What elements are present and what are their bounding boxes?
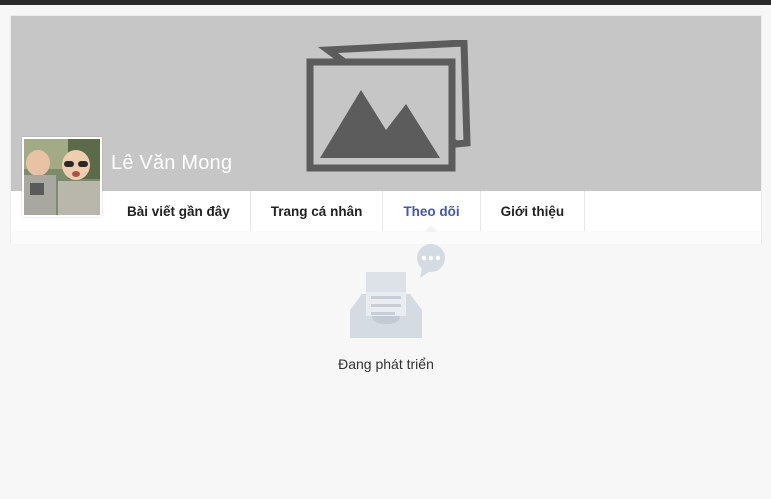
inbox-tray-icon xyxy=(350,244,445,338)
empty-state: Đang phát triển xyxy=(300,244,472,384)
avatar-photo xyxy=(24,139,100,215)
profile-tabs: Bài viết gần đây Trang cá nhân Theo dõi … xyxy=(107,191,586,232)
tab-following[interactable]: Theo dõi xyxy=(383,191,481,232)
tab-about[interactable]: Giới thiệu xyxy=(481,191,586,231)
avatar[interactable] xyxy=(22,137,102,217)
card-footer xyxy=(11,231,761,244)
tab-recent-posts[interactable]: Bài viết gần đây xyxy=(107,191,251,231)
image-placeholder-icon xyxy=(306,40,471,172)
profile-name[interactable]: Lê Văn Mong xyxy=(111,152,232,175)
tab-profile-page[interactable]: Trang cá nhân xyxy=(251,191,384,231)
top-bar xyxy=(0,0,771,5)
empty-state-message: Đang phát triển xyxy=(338,356,434,372)
profile-card: Lê Văn Mong Bài viết gần đây Trang cá nh… xyxy=(10,15,762,244)
